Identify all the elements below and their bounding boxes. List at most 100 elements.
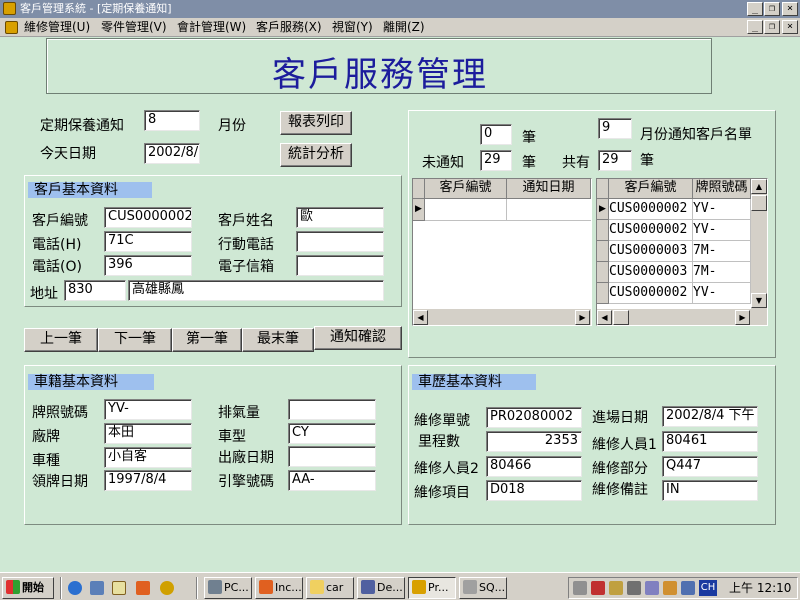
ie-icon[interactable] [68,581,82,595]
desktop-icon[interactable] [112,581,126,595]
customer-list-grid[interactable]: 客戶編號 牌照號碼 ▶ CUS0000002 YV- CUS0000002 YV… [596,178,768,326]
table-cell[interactable]: 7M- [693,262,751,283]
first-record-button[interactable]: 第一筆 [172,328,242,352]
grid-header-notify-date[interactable]: 通知日期 [507,179,591,199]
vertical-scrollbar[interactable]: ▲ ▼ [751,179,767,309]
next-record-button[interactable]: 下一筆 [98,328,172,352]
displacement-field[interactable] [288,399,376,420]
grid-header-customer-id[interactable]: 客戶編號 [425,179,507,199]
clock[interactable]: 上午 12:10 [729,578,791,598]
today-date-field[interactable]: 2002/8/2 [144,143,200,164]
task-inbox[interactable]: Inc... [255,577,303,599]
notified-grid[interactable]: 客戶編號 通知日期 ▶ ◀ ▶ [412,178,592,326]
repair-part-field[interactable]: Q447 [662,456,758,477]
table-cell[interactable]: YV- [693,220,751,241]
report-print-button[interactable]: 報表列印 [280,111,352,135]
plate-field[interactable]: YV- [104,399,192,420]
tray-app-icon[interactable] [663,581,677,595]
network-icon[interactable] [591,581,605,595]
last-record-button[interactable]: 最末筆 [242,328,314,352]
task-de[interactable]: De... [357,577,405,599]
monitor-icon[interactable] [681,581,695,595]
customer-name-field[interactable]: 歐 [296,207,384,228]
model-field[interactable]: CY [288,423,376,444]
statistics-button[interactable]: 統計分析 [280,143,352,167]
factory-date-field[interactable] [288,446,376,467]
repair-item-field[interactable]: D018 [486,480,582,501]
address-field[interactable]: 高雄縣鳳 [128,280,384,301]
restore-button[interactable]: ❐ [764,2,780,16]
pending-count-field[interactable]: 29 [480,150,512,171]
menu-window[interactable]: 視窗(Y) [332,18,373,37]
horizontal-scrollbar[interactable]: ◀ ▶ [597,309,767,325]
table-cell[interactable]: CUS0000003 [609,241,693,262]
scroll-left-icon[interactable]: ◀ [597,310,612,325]
table-cell[interactable]: CUS0000002 [609,220,693,241]
menu-repair[interactable]: 維修管理(U) [24,18,90,37]
scroll-thumb[interactable] [613,310,629,325]
technician2-field[interactable]: 80466 [486,456,582,477]
close-button[interactable]: × [782,2,798,16]
grid-new-row-cell[interactable] [425,199,507,221]
grid-header-customer-id[interactable]: 客戶編號 [609,179,693,199]
table-cell[interactable]: YV- [693,199,751,220]
child-minimize-button[interactable]: _ [747,20,763,34]
table-cell[interactable]: CUS0000002 [609,199,693,220]
document-icon[interactable] [5,21,18,34]
notify-list-month-field[interactable]: 9 [598,118,632,139]
total-count-field[interactable]: 29 [598,150,632,171]
customer-id-field[interactable]: CUS0000002 [104,207,192,228]
menu-customer-service[interactable]: 客戶服務(X) [256,18,322,37]
app-shortcut-icon[interactable] [160,581,174,595]
minimize-button[interactable]: _ [747,2,763,16]
repair-note-field[interactable]: IN [662,480,758,501]
app-icon[interactable] [3,2,16,15]
outlook-icon[interactable] [90,581,104,595]
grid-new-row-cell[interactable] [507,199,591,221]
menu-parts[interactable]: 零件管理(V) [101,18,167,37]
grid-header-plate[interactable]: 牌照號碼 [693,179,751,199]
ime-indicator[interactable]: CH [699,580,717,596]
horizontal-scrollbar[interactable]: ◀ ▶ [413,309,591,325]
vehicle-type-field[interactable]: 小自客 [104,447,192,468]
scroll-left-icon[interactable]: ◀ [413,310,428,325]
keyboard-icon[interactable] [627,581,641,595]
phone-office-field[interactable]: 396 [104,255,192,276]
phone-home-field[interactable]: 71C [104,231,192,252]
brand-field[interactable]: 本田 [104,423,192,444]
scroll-right-icon[interactable]: ▶ [575,310,590,325]
task-sql[interactable]: SQ... [459,577,507,599]
technician1-field[interactable]: 80461 [662,431,758,452]
email-field[interactable] [296,255,384,276]
child-restore-button[interactable]: ❐ [764,20,780,34]
table-cell[interactable]: YV- [693,283,751,304]
task-car-folder[interactable]: car [306,577,354,599]
entry-date-field[interactable]: 2002/8/4 下午 [662,406,758,427]
scroll-up-icon[interactable]: ▲ [751,179,767,194]
scroll-thumb[interactable] [751,195,767,211]
mobile-field[interactable] [296,231,384,252]
prev-record-button[interactable]: 上一筆 [24,328,98,352]
menu-exit[interactable]: 離開(Z) [383,18,425,37]
table-cell[interactable]: 7M- [693,241,751,262]
speaker-icon[interactable] [573,581,587,595]
engine-number-field[interactable]: AA- [288,470,376,491]
license-date-field[interactable]: 1997/8/4 [104,470,192,491]
order-number-field[interactable]: PR02080002 [486,407,582,428]
menu-accounting[interactable]: 會計管理(W) [177,18,246,37]
task-pr-active[interactable]: Pr... [408,577,456,599]
scroll-down-icon[interactable]: ▼ [751,293,767,308]
child-close-button[interactable]: × [782,20,798,34]
start-button[interactable]: 開始 [2,577,54,599]
notify-month-input[interactable]: 8 [144,110,200,131]
zip-code-field[interactable]: 830 [64,280,126,301]
mileage-field[interactable]: 2353 [486,431,582,452]
task-pc[interactable]: PC... [204,577,252,599]
table-cell[interactable]: CUS0000002 [609,283,693,304]
notify-confirm-button[interactable]: 通知確認 [314,326,402,350]
pen-icon[interactable] [609,581,623,595]
notified-count-field[interactable]: 0 [480,124,512,145]
table-cell[interactable]: CUS0000003 [609,262,693,283]
ime-mode-icon[interactable] [645,581,659,595]
mail-icon[interactable] [136,581,150,595]
